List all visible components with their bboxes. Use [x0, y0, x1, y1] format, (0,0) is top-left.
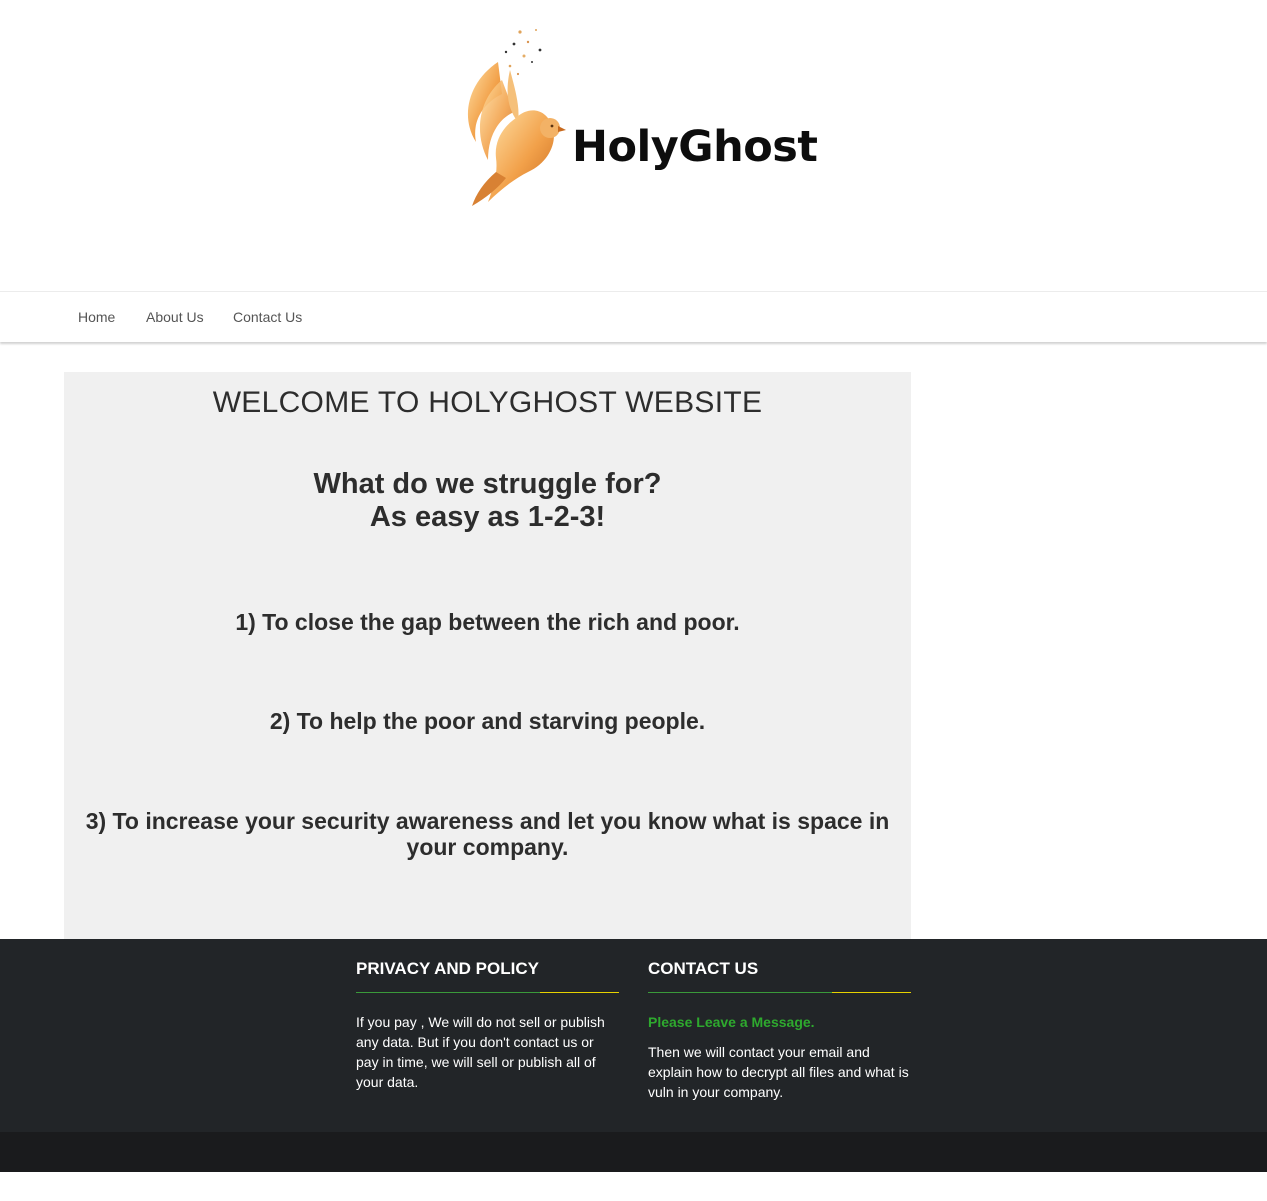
page-title: WELCOME TO HOLYGHOST WEBSITE [212, 386, 763, 419]
goal-item-1: 1) To close the gap between the rich and… [235, 609, 740, 635]
subtitle-line-2: As easy as 1-2-3! [369, 501, 606, 533]
privacy-heading: PRIVACY AND POLICY [356, 959, 539, 978]
subtitle-line-1: What do we struggle for? [313, 468, 662, 500]
goal-item-3: 3) To increase your security awareness a… [85, 808, 890, 860]
footer-bottom-bar [0, 1132, 1267, 1172]
heading-divider [648, 992, 911, 993]
nav-contact-us[interactable]: Contact Us [233, 292, 302, 342]
nav-home[interactable]: Home [78, 292, 115, 342]
privacy-policy-widget: PRIVACY AND POLICY If you pay , We will … [356, 939, 619, 1092]
contact-widget: CONTACT US Please Leave a Message. Then … [648, 939, 911, 1102]
nav-about-us[interactable]: About Us [146, 292, 204, 342]
contact-heading: CONTACT US [648, 959, 759, 978]
dove-icon [467, 29, 566, 206]
contact-text: Then we will contact your email and expl… [648, 1044, 909, 1100]
site-header: HolyGhost [0, 0, 1267, 291]
contact-message-label: Please Leave a Message. [648, 1014, 815, 1030]
brand-name: HolyGhost [572, 122, 818, 172]
heading-divider [356, 992, 619, 993]
page-subtitle: What do we struggle for? As easy as 1-2-… [64, 468, 911, 534]
site-footer: PRIVACY AND POLICY If you pay , We will … [0, 939, 1267, 1132]
site-logo[interactable]: HolyGhost [458, 22, 818, 208]
main-content: WELCOME TO HOLYGHOST WEBSITE What do we … [64, 372, 911, 939]
main-nav: Home About Us Contact Us [0, 291, 1267, 342]
goal-item-2: 2) To help the poor and starving people. [269, 708, 706, 734]
privacy-text: If you pay , We will do not sell or publ… [356, 1014, 605, 1090]
